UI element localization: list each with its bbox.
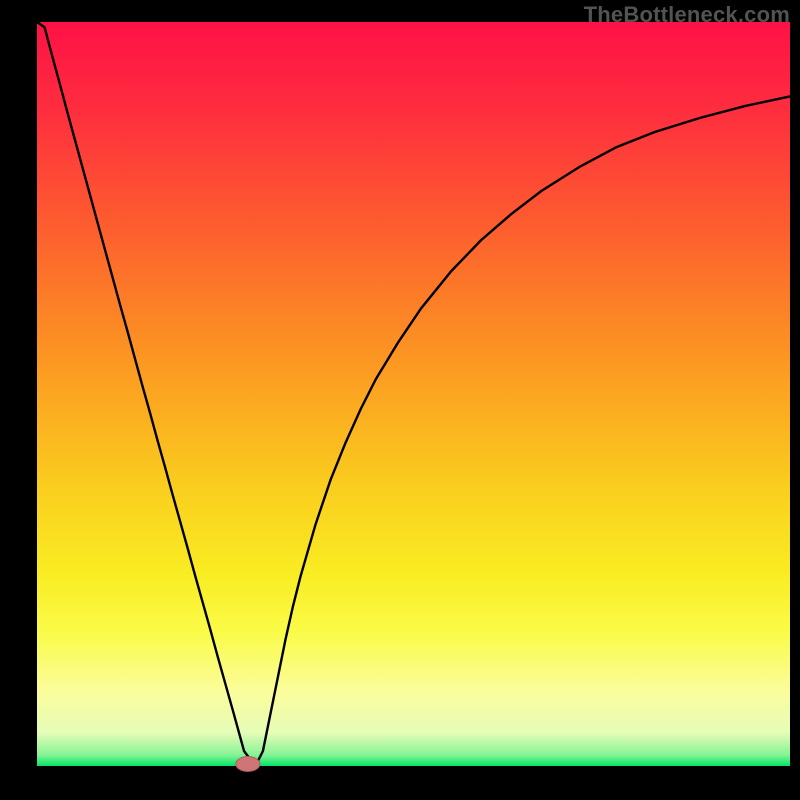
watermark-text: TheBottleneck.com — [584, 2, 790, 28]
minimum-marker — [236, 757, 260, 772]
bottleneck-chart — [0, 0, 800, 800]
plot-background — [37, 22, 790, 766]
